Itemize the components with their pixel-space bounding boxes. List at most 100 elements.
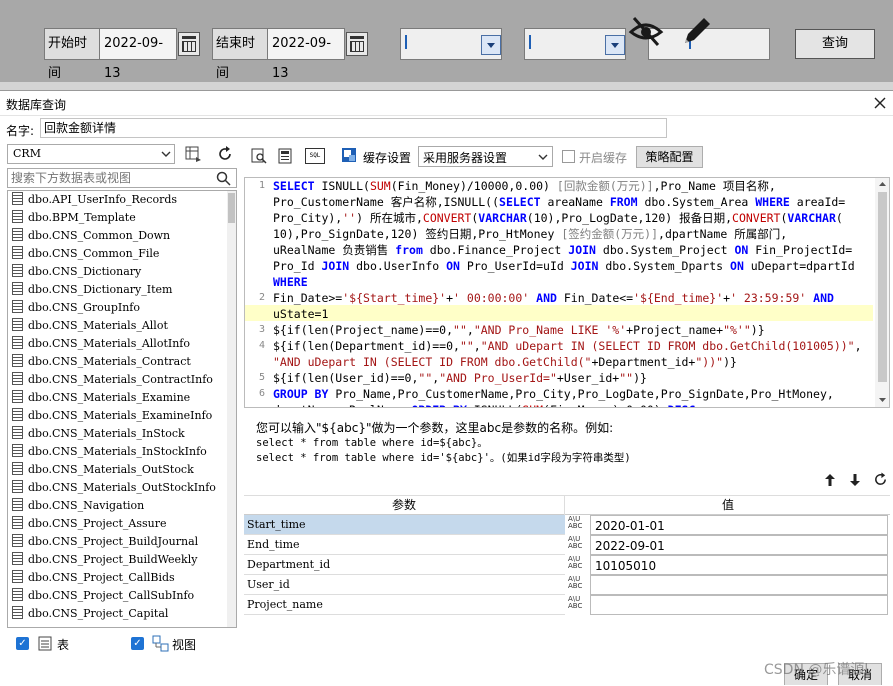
table-name: dbo.CNS_Materials_InStock <box>28 427 185 440</box>
table-list[interactable]: dbo.API_UserInfo_Records dbo.BPM_Template… <box>7 190 237 628</box>
name-input[interactable]: 回款金额详情 <box>40 118 667 138</box>
table-name: dbo.CNS_GroupInfo <box>28 301 141 314</box>
end-calendar-icon[interactable] <box>346 32 368 56</box>
editor-scrollbar[interactable] <box>875 178 889 407</box>
table-list-item[interactable]: dbo.CNS_Materials_InStock <box>12 425 185 443</box>
policy-config-button[interactable]: 策略配置 <box>636 146 703 168</box>
params-table: 参数 值 Start_time A\U ABC 2020-01-01 End_time… <box>244 495 890 619</box>
table-icon <box>12 570 23 583</box>
table-search-box[interactable] <box>7 168 237 188</box>
database-icon[interactable] <box>277 148 293 164</box>
table-list-item[interactable]: dbo.CNS_Materials_OutStock <box>12 461 194 479</box>
sql-editor[interactable]: 1 2 3 4 5 6 SELECT ISNULL(SUM(Fin_Money)… <box>244 177 890 408</box>
query-button[interactable]: 查询 <box>795 29 875 59</box>
table-list-item[interactable]: dbo.API_UserInfo_Records <box>12 191 177 209</box>
param-name-cell[interactable]: Department_id <box>244 555 565 575</box>
table-list-item[interactable]: dbo.CNS_Materials_AllotInfo <box>12 335 190 353</box>
table-list-item[interactable]: dbo.CNS_Project_Assure <box>12 515 166 533</box>
table-list-item[interactable]: dbo.CNS_Materials_Contract <box>12 353 191 371</box>
table-list-scroll-thumb[interactable] <box>228 193 235 223</box>
search-icon[interactable] <box>216 171 231 186</box>
param-name-cell[interactable]: Project_name <box>244 595 565 615</box>
cache-mode-select[interactable]: 采用服务器设置 <box>418 146 553 167</box>
table-icon <box>12 552 23 565</box>
filter-combo-2[interactable] <box>524 28 626 60</box>
eye-slash-icon[interactable] <box>628 14 664 48</box>
cache-settings-icon <box>342 148 356 162</box>
param-value-input[interactable]: 2022-09-01 <box>590 535 888 555</box>
table-list-item[interactable]: dbo.CNS_Materials_Examine <box>12 389 190 407</box>
text-type-icon[interactable]: A\U ABC <box>568 556 588 574</box>
line-number: 2 <box>258 292 265 303</box>
start-date-input[interactable]: 2022-09-13 <box>99 28 177 81</box>
table-name: dbo.CNS_Materials_OutStockInfo <box>28 481 216 494</box>
line-number: 3 <box>258 324 265 335</box>
table-list-item[interactable]: dbo.CNS_Project_Capital <box>12 605 168 623</box>
param-column-header[interactable]: 参数 <box>244 496 565 515</box>
name-label: 名字: <box>6 124 35 138</box>
view-checkbox-label: 视图 <box>172 638 197 652</box>
table-list-item[interactable]: dbo.CNS_Dictionary_Item <box>12 281 172 299</box>
scroll-up-icon[interactable] <box>878 181 887 187</box>
table-list-item[interactable]: dbo.CNS_Project_CallSubInfo <box>12 587 194 605</box>
text-type-icon[interactable]: A\U ABC <box>568 536 588 554</box>
param-value-input[interactable]: 2020-01-01 <box>590 515 888 535</box>
preview-icon[interactable] <box>251 148 267 164</box>
table-list-item[interactable]: dbo.CNS_Materials_Allot <box>12 317 168 335</box>
scroll-down-icon[interactable] <box>878 397 887 403</box>
end-date-input[interactable]: 2022-09-13 <box>267 28 345 81</box>
param-name-cell[interactable]: User_id <box>244 575 565 595</box>
param-name-cell[interactable]: End_time <box>244 535 565 555</box>
table-list-item[interactable]: dbo.CNS_Navigation <box>12 497 144 515</box>
refresh-icon[interactable] <box>216 145 234 163</box>
table-sql-icon[interactable] <box>185 145 203 163</box>
param-value-input[interactable] <box>590 595 888 615</box>
value-column-header[interactable]: 值 <box>566 496 890 515</box>
pencil-icon[interactable] <box>680 14 714 48</box>
table-name: dbo.CNS_Dictionary <box>28 265 142 278</box>
table-list-item[interactable]: dbo.CNS_Materials_OutStockInfo <box>12 479 216 497</box>
view-checkbox[interactable]: ✓ <box>131 637 144 650</box>
table-checkbox[interactable]: ✓ <box>16 637 29 650</box>
enable-cache-label: 开启缓存 <box>579 151 628 165</box>
table-list-item[interactable]: dbo.CNS_Dictionary <box>12 263 141 281</box>
editor-scroll-thumb[interactable] <box>878 192 887 382</box>
combo-2-dropdown-icon[interactable] <box>605 35 625 55</box>
text-type-icon[interactable]: A\U ABC <box>568 516 588 534</box>
param-value-input[interactable] <box>590 575 888 595</box>
start-calendar-icon[interactable] <box>178 32 200 56</box>
sql-format-icon[interactable]: SQL <box>305 148 325 164</box>
table-list-item[interactable]: dbo.CNS_Common_Down <box>12 227 170 245</box>
enable-cache-checkbox[interactable] <box>562 150 575 163</box>
table-icon <box>12 282 23 295</box>
database-select-value: CRM <box>13 147 41 160</box>
param-value-input[interactable]: 10105010 <box>590 555 888 575</box>
table-list-item[interactable]: dbo.CNS_Materials_ExamineInfo <box>12 407 212 425</box>
close-icon[interactable] <box>874 97 886 109</box>
table-list-item[interactable]: dbo.CNS_GroupInfo <box>12 299 140 317</box>
table-search-input[interactable] <box>11 170 211 186</box>
table-list-item[interactable]: dbo.CNS_Materials_InStockInfo <box>12 443 207 461</box>
refresh-params-icon[interactable] <box>873 472 888 487</box>
table-icon <box>12 498 23 511</box>
table-icon <box>12 588 23 601</box>
arrow-down-icon[interactable] <box>849 473 861 487</box>
text-type-icon[interactable]: A\U ABC <box>568 596 588 614</box>
param-name-cell[interactable]: Start_time <box>244 515 565 535</box>
table-list-scrollbar[interactable] <box>227 191 236 627</box>
table-name: dbo.CNS_Common_File <box>28 247 160 260</box>
table-list-item[interactable]: dbo.CNS_Project_CallBids <box>12 569 175 587</box>
sql-code-line: dpartName,uRealName ORDER BY ISNULL(SUM(… <box>273 402 873 407</box>
table-list-item[interactable]: dbo.BPM_Template <box>12 209 136 227</box>
combo-1-dropdown-icon[interactable] <box>481 35 501 55</box>
filter-combo-1[interactable] <box>400 28 502 60</box>
table-list-item[interactable]: dbo.CNS_Materials_ContractInfo <box>12 371 213 389</box>
table-list-item[interactable]: dbo.CNS_Project_BuildJournal <box>12 533 198 551</box>
text-type-icon[interactable]: A\U ABC <box>568 576 588 594</box>
table-name: dbo.CNS_Materials_Allot <box>28 319 168 332</box>
arrow-up-icon[interactable] <box>824 473 836 487</box>
sql-code-line: ${if(len(Department_id)==0,"","AND uDepa… <box>273 339 862 353</box>
table-list-item[interactable]: dbo.CNS_Project_BuildWeekly <box>12 551 197 569</box>
database-select[interactable]: CRM <box>7 144 175 164</box>
table-list-item[interactable]: dbo.CNS_Common_File <box>12 245 159 263</box>
